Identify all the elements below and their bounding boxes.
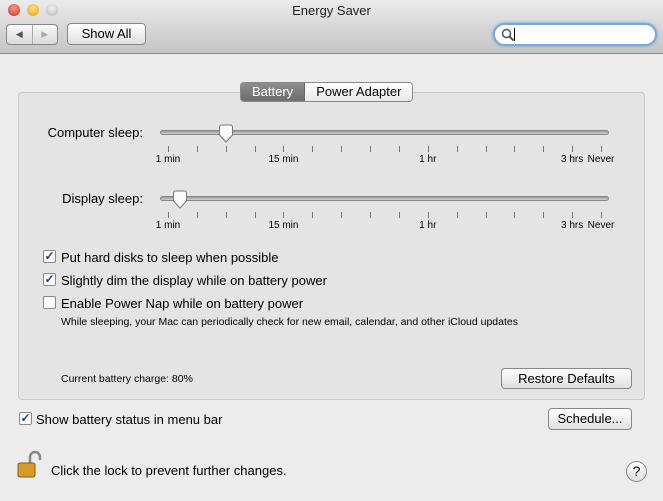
slider-tick xyxy=(312,212,314,218)
search-icon xyxy=(501,28,515,42)
slider-tick xyxy=(225,212,227,218)
power-nap-description: While sleeping, your Mac can periodicall… xyxy=(61,316,518,328)
slider-tick xyxy=(514,146,516,152)
slider-tick xyxy=(312,146,314,152)
tick-label: 1 min xyxy=(155,220,181,231)
slider-tick xyxy=(485,146,487,152)
dim-display-checkbox[interactable]: ✓ xyxy=(43,273,56,286)
dim-display-label: Slightly dim the display while on batter… xyxy=(61,273,327,288)
show-all-button[interactable]: Show All xyxy=(67,23,146,45)
hard-disk-sleep-checkbox[interactable]: ✓ xyxy=(43,250,56,263)
slider-tick xyxy=(254,146,256,152)
slider-tick xyxy=(196,146,198,152)
back-button[interactable]: ◀ xyxy=(7,25,33,44)
schedule-button[interactable]: Schedule... xyxy=(548,408,632,430)
slider-tick xyxy=(225,146,227,152)
slider-tick xyxy=(370,146,372,152)
slider-tick xyxy=(283,146,285,152)
slider-tick xyxy=(456,146,458,152)
restore-defaults-button[interactable]: Restore Defaults xyxy=(501,368,632,389)
lock-text: Click the lock to prevent further change… xyxy=(51,463,287,478)
show-battery-status-label: Show battery status in menu bar xyxy=(36,412,223,427)
tick-label: 1 min xyxy=(155,154,181,165)
tick-label: 1 hr xyxy=(419,220,437,231)
slider-tick xyxy=(196,212,198,218)
slider-tick xyxy=(341,146,343,152)
help-button[interactable]: ? xyxy=(626,461,647,482)
hard-disk-sleep-label: Put hard disks to sleep when possible xyxy=(61,250,279,265)
slider-tick xyxy=(427,212,429,218)
power-nap-label: Enable Power Nap while on battery power xyxy=(61,296,304,311)
slider-tick xyxy=(168,146,169,152)
tick-label: 15 min xyxy=(268,220,299,231)
tab-bar: Battery Power Adapter xyxy=(240,82,414,102)
slider-tick xyxy=(485,212,487,218)
slider-thumb[interactable] xyxy=(172,190,188,210)
tick-label: 3 hrs xyxy=(561,154,584,165)
window-title: Energy Saver xyxy=(292,3,371,18)
nav-group: ◀ ▶ xyxy=(6,24,58,45)
computer-sleep-label: Computer sleep: xyxy=(47,125,143,140)
slider-tick xyxy=(601,146,602,152)
show-battery-status-checkbox[interactable]: ✓ xyxy=(19,412,32,425)
slider-tick xyxy=(543,212,545,218)
slider-tick xyxy=(514,212,516,218)
slider-tick xyxy=(398,212,400,218)
slider-thumb[interactable] xyxy=(218,124,234,144)
slider-tick xyxy=(283,212,285,218)
tick-label: Never xyxy=(587,220,615,231)
lock-icon[interactable] xyxy=(16,450,44,480)
search-input[interactable] xyxy=(493,23,657,46)
battery-charge-text: Current battery charge: 80% xyxy=(61,373,193,385)
slider-tick xyxy=(543,146,545,152)
slider-tick xyxy=(601,212,602,218)
slider-tick xyxy=(341,212,343,218)
tick-label: 3 hrs xyxy=(561,220,584,231)
slider-tick xyxy=(427,146,429,152)
display-sleep-slider[interactable] xyxy=(160,196,609,201)
slider-tick xyxy=(456,212,458,218)
title-bar: Energy Saver ◀ ▶ Show All xyxy=(0,0,663,54)
text-cursor xyxy=(514,28,515,41)
slider-tick xyxy=(572,146,574,152)
tick-label: 1 hr xyxy=(419,154,437,165)
slider-tick xyxy=(572,212,574,218)
power-nap-checkbox[interactable] xyxy=(43,296,56,309)
slider-tick xyxy=(370,212,372,218)
forward-button[interactable]: ▶ xyxy=(33,25,58,44)
display-sleep-label: Display sleep: xyxy=(62,191,143,206)
slider-tick xyxy=(168,212,169,218)
tick-label: Never xyxy=(587,154,615,165)
tick-label: 15 min xyxy=(268,154,299,165)
tab-power-adapter[interactable]: Power Adapter xyxy=(305,83,413,101)
slider-tick xyxy=(398,146,400,152)
tab-battery[interactable]: Battery xyxy=(241,83,306,101)
slider-tick xyxy=(254,212,256,218)
